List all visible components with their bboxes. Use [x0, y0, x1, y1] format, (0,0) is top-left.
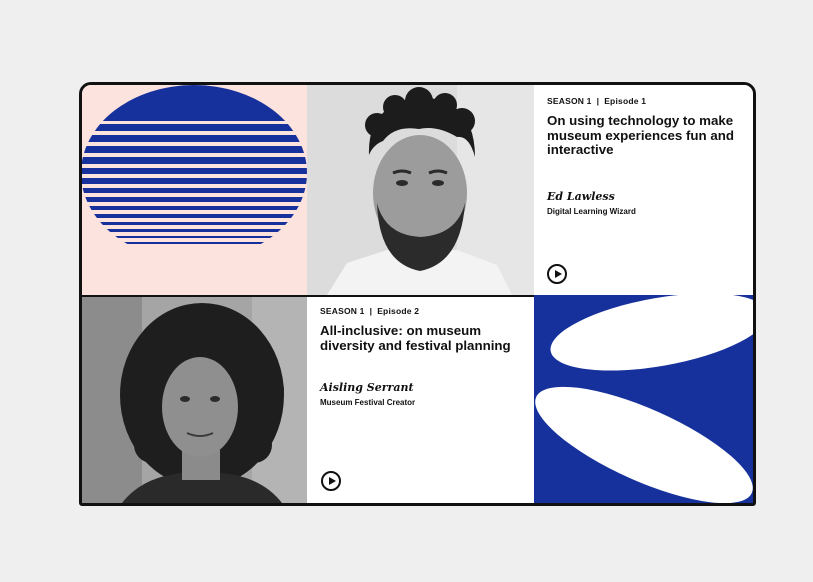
episode-card-2[interactable]: SEASON 1 | Episode 2 All-inclusive: on m… [307, 295, 534, 503]
meta-separator: | [596, 96, 600, 106]
guest-portrait-ed-lawless [307, 85, 534, 295]
meta-separator: | [369, 306, 373, 316]
white-ellipses-artwork [534, 295, 753, 503]
episode-meta: SEASON 1 | Episode 2 [320, 306, 524, 316]
guest-portrait-aisling-serrant [82, 295, 307, 503]
play-circle-icon[interactable] [321, 471, 341, 491]
guest-role: Museum Festival Creator [320, 398, 416, 407]
guest-name: Ed Lawless [547, 189, 615, 203]
row-divider [82, 295, 534, 297]
episode-label: Episode 2 [377, 306, 420, 316]
striped-circle-artwork [82, 85, 307, 295]
episode-title[interactable]: All-inclusive: on museum diversity and f… [320, 323, 524, 353]
guest-name: Aisling Serrant [320, 381, 414, 394]
episode-title[interactable]: On using technology to make museum exper… [547, 113, 743, 158]
episode-card-1[interactable]: SEASON 1 | Episode 1 On using technology… [534, 85, 753, 295]
season-label: SEASON 1 [547, 96, 592, 106]
episode-label: Episode 1 [604, 96, 647, 106]
season-label: SEASON 1 [320, 306, 365, 316]
podcast-episode-grid: SEASON 1 | Episode 1 On using technology… [79, 82, 756, 506]
play-circle-icon[interactable] [547, 264, 567, 284]
episode-meta: SEASON 1 | Episode 1 [547, 96, 743, 106]
guest-role: Digital Learning Wizard [547, 206, 636, 216]
